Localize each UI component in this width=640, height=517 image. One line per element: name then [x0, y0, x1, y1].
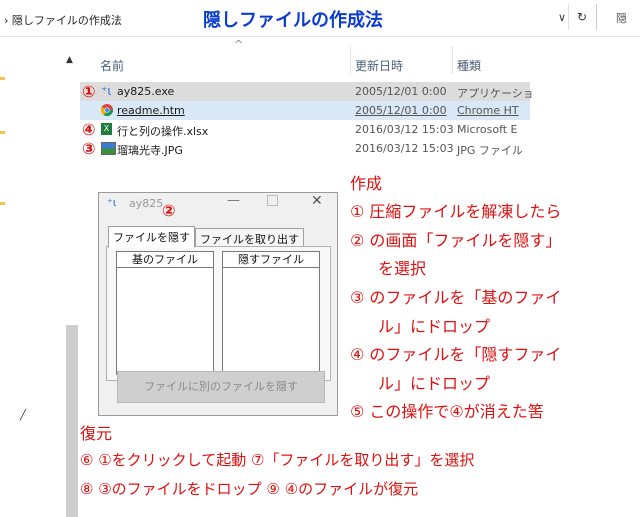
file-row[interactable]: ④ X 行と列の操作.xlsx 2016/03/12 15:03 Microso…: [80, 120, 530, 139]
overlay-title: 隠しファイルの作成法: [203, 10, 383, 31]
create-heading: 作成: [350, 174, 383, 193]
minimize-button[interactable]: —: [227, 193, 240, 208]
scrollbar-thumb[interactable]: [66, 325, 78, 517]
file-row[interactable]: ③ 瑠璃光寺.JPG 2016/03/12 15:03 JPG ファイル: [80, 139, 530, 158]
restore-step: ⑥ ①をクリックして起動 ⑦「ファイルを取り出す」を選択: [80, 451, 475, 469]
folder-icon: [0, 77, 5, 80]
file-type: Microsoft E: [457, 123, 518, 136]
breadcrumb[interactable]: › 隠しファイルの作成法: [4, 12, 122, 28]
folder-icon: [0, 131, 5, 134]
address-divider: [568, 4, 569, 30]
step-number: ③: [82, 139, 96, 158]
sort-indicator-icon: ^: [234, 38, 244, 51]
restore-heading: 復元: [80, 424, 113, 443]
chevron-down-icon[interactable]: ∨: [558, 11, 566, 24]
image-icon: [101, 142, 116, 155]
create-step: ① 圧縮ファイルを解凍したら: [350, 202, 562, 221]
column-separator[interactable]: [452, 46, 453, 74]
file-name[interactable]: 瑠璃光寺.JPG: [117, 142, 183, 158]
create-step: ル」にドロップ: [378, 374, 491, 393]
create-step: を選択: [378, 259, 427, 278]
file-date: 2005/12/01 0:00: [355, 104, 447, 117]
create-step: ⑤ この操作で④が消えた筈: [350, 402, 544, 421]
column-header-type[interactable]: 種類: [457, 57, 481, 74]
create-step: ② の画面「ファイルを隠す」: [350, 231, 562, 250]
restore-step: ⑧ ③のファイルをドロップ ⑨ ④のファイルが復元: [80, 480, 419, 498]
create-step: ル」にドロップ: [378, 317, 491, 336]
create-step: ④ のファイルを「隠すファイ: [350, 345, 562, 364]
refresh-icon[interactable]: ↻: [577, 10, 587, 24]
column-header-date[interactable]: 更新日時: [355, 57, 403, 74]
search-box[interactable]: 隠: [616, 10, 627, 26]
file-date: 2016/03/12 15:03: [355, 123, 454, 136]
file-date: 2016/03/12 15:03: [355, 142, 454, 155]
list-header: 隠すファイル: [223, 252, 319, 268]
dialog-title: ay825: [129, 197, 164, 210]
file-type: Chrome HT: [457, 104, 519, 117]
column-header-name[interactable]: 名前: [100, 57, 124, 74]
create-step: ③ のファイルを「基のファイ: [350, 288, 562, 307]
hidden-file-list[interactable]: 隠すファイル: [222, 251, 320, 375]
expand-arrow-icon[interactable]: ╱: [20, 410, 26, 421]
step-number: ①: [82, 82, 96, 101]
step-number: ②: [162, 201, 176, 220]
file-name[interactable]: readme.htm: [117, 104, 185, 117]
file-name[interactable]: 行と列の操作.xlsx: [117, 123, 208, 139]
source-file-list[interactable]: 基のファイル: [116, 251, 214, 375]
navigation-pane: [0, 37, 62, 517]
excel-icon: X: [101, 123, 112, 135]
ay825-dialog: ⁺ɩ ay825 ② — ✕ ファイルを隠す ファイルを取り出す 基のファイル …: [98, 192, 338, 416]
hide-file-button[interactable]: ファイルに別のファイルを隠す: [117, 371, 325, 403]
tab-panel: 基のファイル 隠すファイル: [106, 246, 331, 381]
file-row[interactable]: ① ⁺ɩ ay825.exe 2005/12/01 0:00 アプリケーショ: [80, 82, 534, 101]
list-header: 基のファイル: [117, 252, 213, 268]
app-icon: ⁺ɩ: [101, 84, 112, 98]
folder-icon: [0, 202, 5, 205]
close-button[interactable]: ✕: [311, 193, 323, 209]
file-type: アプリケーショ: [457, 87, 534, 100]
file-row[interactable]: readme.htm 2005/12/01 0:00 Chrome HT: [80, 101, 530, 120]
scroll-up-icon[interactable]: ▲: [66, 55, 73, 65]
file-name[interactable]: ay825.exe: [117, 85, 174, 98]
file-date: 2005/12/01 0:00: [355, 85, 447, 98]
address-bar[interactable]: › 隠しファイルの作成法 隠しファイルの作成法 ∨ ↻ 隠: [0, 0, 640, 37]
address-divider: [596, 4, 597, 30]
app-icon: ⁺ɩ: [107, 196, 117, 209]
step-number: ④: [82, 120, 96, 139]
tab-hide-file[interactable]: ファイルを隠す: [108, 226, 195, 248]
maximize-button[interactable]: [267, 195, 278, 206]
column-separator[interactable]: [350, 46, 351, 74]
chrome-icon: [101, 104, 113, 116]
file-type: JPG ファイル: [457, 144, 523, 157]
